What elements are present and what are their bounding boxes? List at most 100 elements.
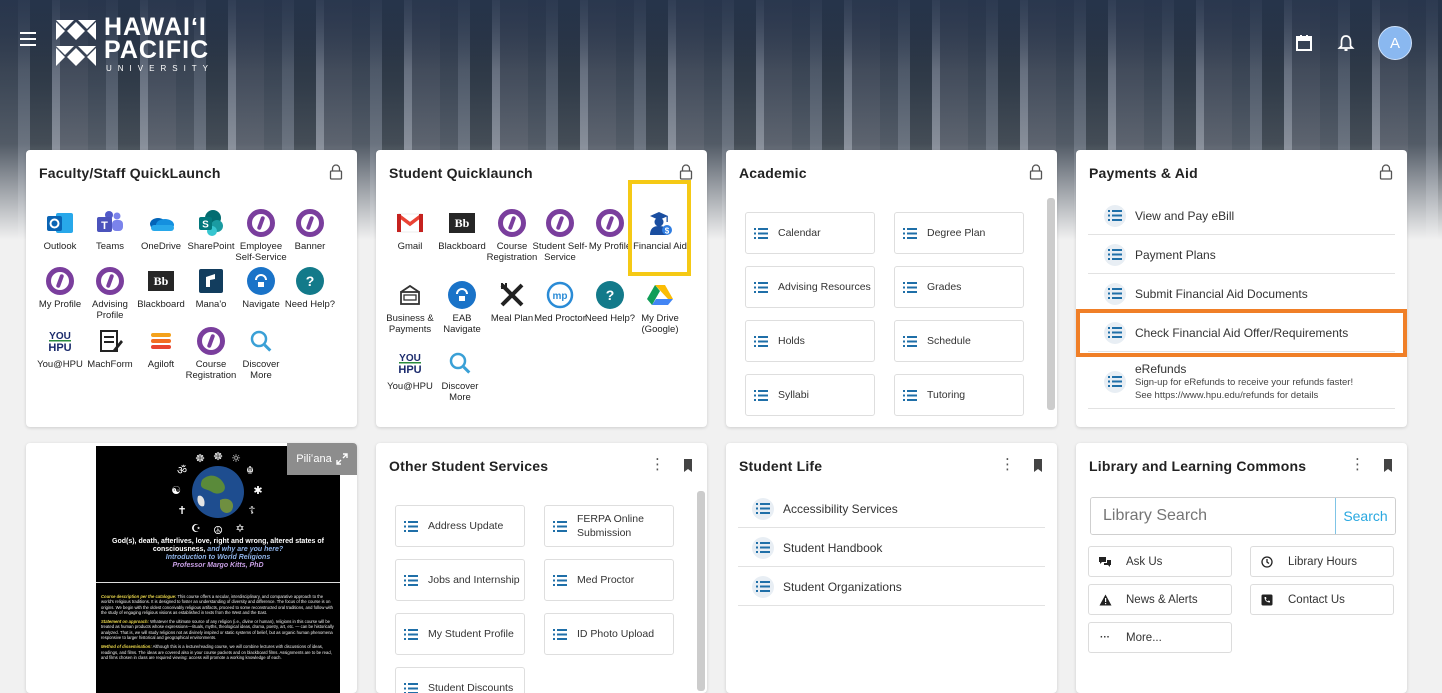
contact-us-button[interactable]: Contact Us	[1250, 584, 1394, 615]
bell-icon[interactable]	[1336, 33, 1356, 53]
sql-discover-more[interactable]: Discover More	[432, 348, 488, 403]
scrollbar[interactable]	[1047, 198, 1055, 410]
lbtn-label: Library Hours	[1288, 556, 1357, 568]
sql-eab-navigate[interactable]: EAB Navigate	[434, 280, 490, 335]
ql-manao[interactable]: Mana'o	[183, 266, 239, 310]
ql-label: OneDrive	[141, 241, 181, 252]
ql-course-registration[interactable]: Course Registration	[183, 326, 239, 381]
erefunds-line-2: See https://www.hpu.edu/refunds for deta…	[1135, 389, 1353, 402]
more-options-icon[interactable]: ⋮	[1000, 458, 1015, 472]
row-label: Student Handbook	[783, 541, 882, 555]
tile-tutoring[interactable]: Tutoring	[894, 374, 1024, 416]
tile-ferpa[interactable]: FERPA Online Submission	[544, 505, 674, 547]
hpu-logo-mark-icon	[54, 18, 98, 68]
list-icon	[404, 521, 418, 532]
ql-agiloft[interactable]: Agiloft	[133, 326, 189, 370]
list-icon	[1108, 210, 1122, 221]
student-life-row[interactable]: Student Handbook	[738, 529, 1045, 567]
scrollbar[interactable]	[697, 491, 705, 691]
navigate-icon	[448, 281, 476, 309]
ql-my-profile[interactable]: My Profile	[32, 266, 88, 310]
user-avatar[interactable]: A	[1378, 26, 1412, 60]
sql-med-proctor[interactable]: mp Med Proctor	[532, 280, 588, 324]
lbtn-label: Ask Us	[1126, 556, 1162, 568]
bookmark-icon[interactable]	[683, 459, 693, 472]
google-drive-icon	[646, 283, 674, 307]
sql-need-help[interactable]: ? Need Help?	[582, 280, 638, 324]
sql-business-payments[interactable]: Business & Payments	[382, 280, 438, 335]
library-search-button[interactable]: Search	[1335, 498, 1395, 534]
ql-label: Meal Plan	[491, 313, 533, 324]
meal-plan-icon	[498, 281, 526, 309]
bookmark-icon[interactable]	[1383, 459, 1393, 472]
more-options-icon[interactable]: ⋮	[650, 458, 665, 472]
ql-discover-more[interactable]: Discover More	[233, 326, 289, 381]
student-life-row[interactable]: Student Organizations	[738, 568, 1045, 606]
menu-icon[interactable]	[20, 32, 36, 46]
card-title: Library and Learning Commons	[1089, 458, 1306, 474]
more-button[interactable]: ··· More...	[1088, 622, 1232, 653]
tile-grades[interactable]: Grades	[894, 266, 1024, 308]
sql-blackboard[interactable]: Bb Blackboard	[434, 208, 490, 252]
calendar-icon[interactable]	[1294, 33, 1314, 53]
student-life-row[interactable]: Accessibility Services	[738, 490, 1045, 528]
tile-jobs-internship[interactable]: Jobs and Internship	[395, 559, 525, 601]
tile-schedule[interactable]: Schedule	[894, 320, 1024, 362]
row-label: eRefunds	[1135, 362, 1353, 376]
tile-degree-plan[interactable]: Degree Plan	[894, 212, 1024, 254]
ql-employee-self-service[interactable]: Employee Self-Service	[233, 208, 289, 263]
ql-you-hpu[interactable]: YOUHPU You@HPU	[32, 326, 88, 370]
bookmark-icon[interactable]	[1033, 459, 1043, 472]
news-alerts-button[interactable]: News & Alerts	[1088, 584, 1232, 615]
tile-med-proctor[interactable]: Med Proctor	[544, 559, 674, 601]
list-icon	[754, 390, 768, 401]
payments-row[interactable]: Submit Financial Aid Documents	[1088, 275, 1395, 313]
library-search-input[interactable]	[1091, 498, 1335, 534]
list-icon	[553, 575, 567, 586]
ql-teams[interactable]: T Teams	[82, 208, 138, 252]
gmail-icon	[396, 212, 424, 234]
ql-need-help[interactable]: ? Need Help?	[282, 266, 338, 310]
sql-my-drive[interactable]: My Drive (Google)	[632, 280, 688, 335]
sql-student-self-service[interactable]: Student Self-Service	[532, 208, 588, 263]
tile-calendar[interactable]: Calendar	[745, 212, 875, 254]
lbtn-label: More...	[1126, 632, 1162, 644]
tile-my-student-profile[interactable]: My Student Profile	[395, 613, 525, 655]
library-hours-button[interactable]: Library Hours	[1250, 546, 1394, 577]
lock-icon[interactable]	[329, 164, 343, 180]
lock-icon[interactable]	[1029, 164, 1043, 180]
piliana-expand-button[interactable]: Piliʻana	[287, 443, 357, 475]
logo-line-3: UNIVERSITY	[106, 64, 214, 73]
payments-row-erefunds[interactable]: eRefunds Sign-up for eRefunds to receive…	[1088, 355, 1395, 409]
header-actions: A	[1294, 26, 1412, 60]
tile-student-discounts[interactable]: Student Discounts	[395, 667, 525, 693]
lock-icon[interactable]	[1379, 164, 1393, 180]
ql-label: Course Registration	[186, 359, 237, 381]
tile-advising-resources[interactable]: Advising Resources	[745, 266, 875, 308]
tile-syllabi[interactable]: Syllabi	[745, 374, 875, 416]
tile-id-photo-upload[interactable]: ID Photo Upload	[544, 613, 674, 655]
payments-row[interactable]: View and Pay eBill	[1088, 197, 1395, 235]
sql-gmail[interactable]: Gmail	[382, 208, 438, 252]
hpu-icon	[197, 327, 225, 355]
sql-you-hpu[interactable]: YOUHPU You@HPU	[382, 348, 438, 392]
lock-icon[interactable]	[679, 164, 693, 180]
poster-body: Course description per the catalogue: Th…	[101, 594, 335, 660]
ask-us-button[interactable]: Ask Us	[1088, 546, 1232, 577]
course-poster-image[interactable]: ☸☸☼ ☬✱☦ ॐ☯✝ ☪☮✡ God(s), death, afterlive…	[96, 446, 340, 693]
tile-holds[interactable]: Holds	[745, 320, 875, 362]
ql-navigate[interactable]: Navigate	[233, 266, 289, 310]
ql-onedrive[interactable]: OneDrive	[133, 208, 189, 252]
ql-sharepoint[interactable]: S SharePoint	[183, 208, 239, 252]
payments-row[interactable]: Payment Plans	[1088, 236, 1395, 274]
ql-banner[interactable]: Banner	[282, 208, 338, 252]
ellipsis-icon: ···	[1098, 632, 1112, 643]
clock-icon	[1261, 556, 1273, 568]
ql-blackboard[interactable]: Bb Blackboard	[133, 266, 189, 310]
tile-address-update[interactable]: Address Update	[395, 505, 525, 547]
more-options-icon[interactable]: ⋮	[1350, 458, 1365, 472]
ql-label: You@HPU	[387, 381, 433, 392]
ql-outlook[interactable]: Outlook	[32, 208, 88, 252]
ql-machform[interactable]: MachForm	[82, 326, 138, 370]
ql-advising-profile[interactable]: Advising Profile	[82, 266, 138, 321]
